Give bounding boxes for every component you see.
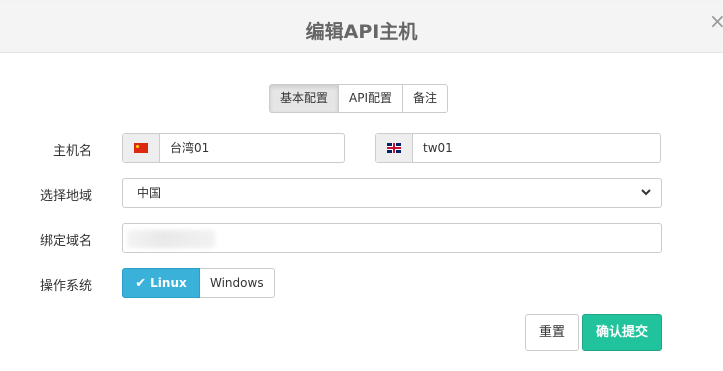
tab-api-config[interactable]: API配置 (339, 85, 404, 112)
hostname-label: 主机名 (52, 144, 92, 159)
dialog-header: 编辑API主机 × (0, 3, 723, 53)
os-windows-button[interactable]: Windows (200, 268, 275, 298)
chevron-down-icon (641, 179, 651, 217)
os-linux-button[interactable]: ✔ Linux (122, 268, 200, 298)
region-selected-value: 中国 (137, 186, 162, 200)
close-icon[interactable]: × (709, 11, 723, 31)
tab-notes[interactable]: 备注 (403, 85, 448, 112)
dialog-title: 编辑API主机 (305, 21, 418, 43)
domain-label: 绑定域名 (39, 234, 92, 249)
region-select[interactable]: 中国 (122, 178, 662, 208)
os-linux-label: Linux (150, 276, 187, 290)
uk-flag-icon (376, 134, 413, 162)
hostname-cn-field[interactable]: 台湾01 (122, 133, 345, 163)
hostname-en-field[interactable]: tw01 (375, 133, 661, 163)
domain-input[interactable] (122, 223, 662, 253)
tab-basic-config[interactable]: 基本配置 (270, 85, 340, 112)
reset-button[interactable]: 重置 (525, 314, 579, 351)
china-flag-icon (123, 134, 160, 162)
os-toggle-group: ✔ Linux Windows (122, 268, 275, 298)
hostname-cn-value: 台湾01 (170, 141, 210, 155)
hostname-en-value: tw01 (423, 141, 453, 155)
redacted-domain-value (127, 230, 215, 248)
os-label: 操作系统 (39, 279, 92, 294)
config-tabs: 基本配置 API配置 备注 (269, 84, 449, 113)
region-label: 选择地域 (39, 189, 92, 204)
submit-button[interactable]: 确认提交 (582, 314, 662, 351)
check-icon: ✔ (135, 276, 147, 291)
